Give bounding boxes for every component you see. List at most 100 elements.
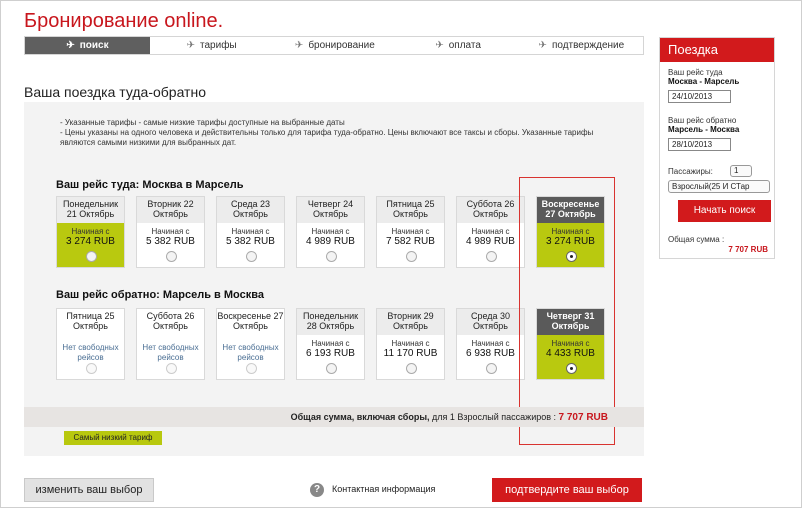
total-for: для 1 Взрослый пассажиров : [429, 412, 557, 422]
step-0[interactable]: ✈ поиск [25, 37, 150, 54]
fare-radio[interactable] [166, 251, 177, 262]
note-line: - Цены указаны на одного человека и дейс… [60, 128, 594, 147]
card-price: 3 274 RUB [66, 236, 115, 247]
confirm-selection-button[interactable]: подтвердите ваш выбор [492, 478, 642, 502]
step-label: подтверждение [551, 40, 625, 51]
card-body: Начиная с6 938 RUB [457, 335, 524, 360]
fare-radio[interactable] [406, 251, 417, 262]
return-date-field[interactable]: 28/10/2013 [668, 138, 731, 151]
sidebar-outbound-label: Ваш рейс туда Москва - Марсель [668, 68, 739, 86]
start-search-button[interactable]: Начать поиск [678, 200, 771, 222]
fare-radio[interactable] [246, 251, 257, 262]
fare-radio[interactable] [166, 363, 177, 374]
fare-radio[interactable] [486, 251, 497, 262]
plane-icon: ✈ [435, 40, 444, 51]
from-label: Начиная с [471, 339, 510, 348]
fare-card[interactable]: Суббота 26 Октябрь Начиная с4 989 RUB [456, 196, 525, 268]
step-label: поиск [79, 40, 109, 51]
fare-radio[interactable] [326, 363, 337, 374]
progress-steps: ✈ поиск ✈ тарифы ✈ бронирование ✈ оплата ✈ подтве… [24, 36, 644, 55]
lowest-fare-badge: Самый низкий тариф [64, 431, 162, 445]
plane-icon: ✈ [294, 40, 304, 51]
card-date: Пятница 25 Октябрь [57, 309, 124, 335]
fare-card[interactable]: Понедельник 28 Октябрь Начиная с6 193 RUB [296, 308, 365, 380]
fare-notes: - Указанные тарифы - самые низкие тарифы… [60, 118, 630, 148]
card-body: Начиная с7 582 RUB [377, 223, 444, 248]
card-price: 5 382 RUB [146, 236, 195, 247]
return-label: Ваш рейс обратно [668, 116, 737, 125]
change-selection-button[interactable]: изменить ваш выбор [24, 478, 154, 502]
outbound-label: Ваш рейс туда [668, 68, 723, 77]
fare-card[interactable]: Воскресенье 27 Октябрь Нет свободных рейс… [216, 308, 285, 380]
from-label: Начиная с [311, 339, 350, 348]
trip-sidebar: Поездка Ваш рейс туда Москва - Марсель 2… [659, 37, 775, 259]
sidebar-total-label: Общая сумма : [668, 235, 725, 244]
card-price: 11 170 RUB [383, 348, 438, 359]
fare-radio[interactable] [246, 363, 257, 374]
total-bar: Общая сумма, включая сборы, для 1 Взросл… [24, 407, 644, 427]
card-body: Начиная с4 989 RUB [297, 223, 364, 248]
contact-link[interactable]: Контактная информация [332, 484, 435, 494]
total-amount: 7 707 RUB [558, 412, 608, 423]
return-route: Марсель - Москва [668, 125, 740, 134]
card-price: 7 582 RUB [386, 236, 435, 247]
total-label: Общая сумма, включая сборы, [290, 412, 430, 422]
fare-radio[interactable] [86, 251, 97, 262]
card-date: Четверг 24 Октябрь [297, 197, 364, 223]
sidebar-title: Поездка [660, 38, 774, 62]
step-label: бронирование [308, 40, 375, 51]
from-label: Начиная с [391, 227, 430, 236]
card-price: 6 193 RUB [306, 348, 355, 359]
fare-card[interactable]: Вторник 22 Октябрь Начиная с5 382 RUB [136, 196, 205, 268]
from-label: Начиная с [471, 227, 510, 236]
card-body: Начиная с5 382 RUB [217, 223, 284, 248]
card-body: Нет свободных рейсов [57, 335, 124, 363]
card-date: Воскресенье 27 Октябрь [217, 309, 284, 335]
card-date: Пятница 25 Октябрь [377, 197, 444, 223]
fare-card[interactable]: Среда 30 Октябрь Начиная с6 938 RUB [456, 308, 525, 380]
passengers-count-select[interactable]: 1 [730, 165, 752, 177]
outbound-date-field[interactable]: 24/10/2013 [668, 90, 731, 103]
fare-card[interactable]: Среда 23 Октябрь Начиная с5 382 RUB [216, 196, 285, 268]
footer-bar: изменить ваш выбор ? Контактная информац… [24, 478, 644, 502]
card-date: Среда 30 Октябрь [457, 309, 524, 335]
card-date: Суббота 26 Октябрь [137, 309, 204, 335]
plane-icon: ✈ [186, 40, 196, 51]
card-date: Понедельник 21 Октябрь [57, 197, 124, 223]
inbound-title: Ваш рейс обратно: Марсель в Москва [56, 289, 264, 301]
step-1[interactable]: ✈ тарифы [150, 37, 273, 54]
no-flights-text: Нет свободных рейсов [142, 343, 199, 362]
step-3[interactable]: ✈ оплата [397, 37, 520, 54]
fare-radio[interactable] [86, 363, 97, 374]
card-date: Среда 23 Октябрь [217, 197, 284, 223]
card-body: Начиная с4 989 RUB [457, 223, 524, 248]
fare-radio[interactable] [406, 363, 417, 374]
passengers-label: Пассажиры: [668, 167, 713, 176]
from-label: Начиная с [71, 227, 110, 236]
sidebar-total-amount: 7 707 RUB [728, 245, 768, 254]
fare-card[interactable]: Понедельник 21 Октябрь Начиная с3 274 RUB [56, 196, 125, 268]
fare-radio[interactable] [486, 363, 497, 374]
fare-card[interactable]: Пятница 25 Октябрь Начиная с7 582 RUB [376, 196, 445, 268]
fare-card[interactable]: Четверг 24 Октябрь Начиная с4 989 RUB [296, 196, 365, 268]
fare-card[interactable]: Пятница 25 Октябрь Нет свободных рейсов [56, 308, 125, 380]
from-label: Начиная с [391, 339, 430, 348]
fare-card[interactable]: Вторник 29 Октябрь Начиная с 11 170 RUB [376, 308, 445, 380]
from-label: Начиная с [231, 227, 270, 236]
trip-heading: Ваша поездка туда-обратно [24, 84, 206, 100]
outbound-route: Москва - Марсель [668, 77, 740, 86]
fare-card[interactable]: Суббота 26 Октябрь Нет свободных рейсов [136, 308, 205, 380]
fare-radio[interactable] [326, 251, 337, 262]
step-4[interactable]: ✈ подтверждение [520, 37, 643, 54]
card-date: Вторник 22 Октябрь [137, 197, 204, 223]
page-title: Бронирование online. [24, 10, 224, 32]
passenger-type-select[interactable]: Взрослый(25 И СТар [668, 180, 770, 193]
no-flights-text: Нет свободных рейсов [222, 343, 279, 362]
from-label: Начиная с [151, 227, 190, 236]
card-price: 4 989 RUB [466, 236, 515, 247]
help-icon[interactable]: ? [310, 483, 324, 497]
step-2[interactable]: ✈ бронирование [273, 37, 396, 54]
card-body: Нет свободных рейсов [137, 335, 204, 363]
card-price: 4 989 RUB [306, 236, 355, 247]
step-label: тарифы [200, 40, 237, 51]
